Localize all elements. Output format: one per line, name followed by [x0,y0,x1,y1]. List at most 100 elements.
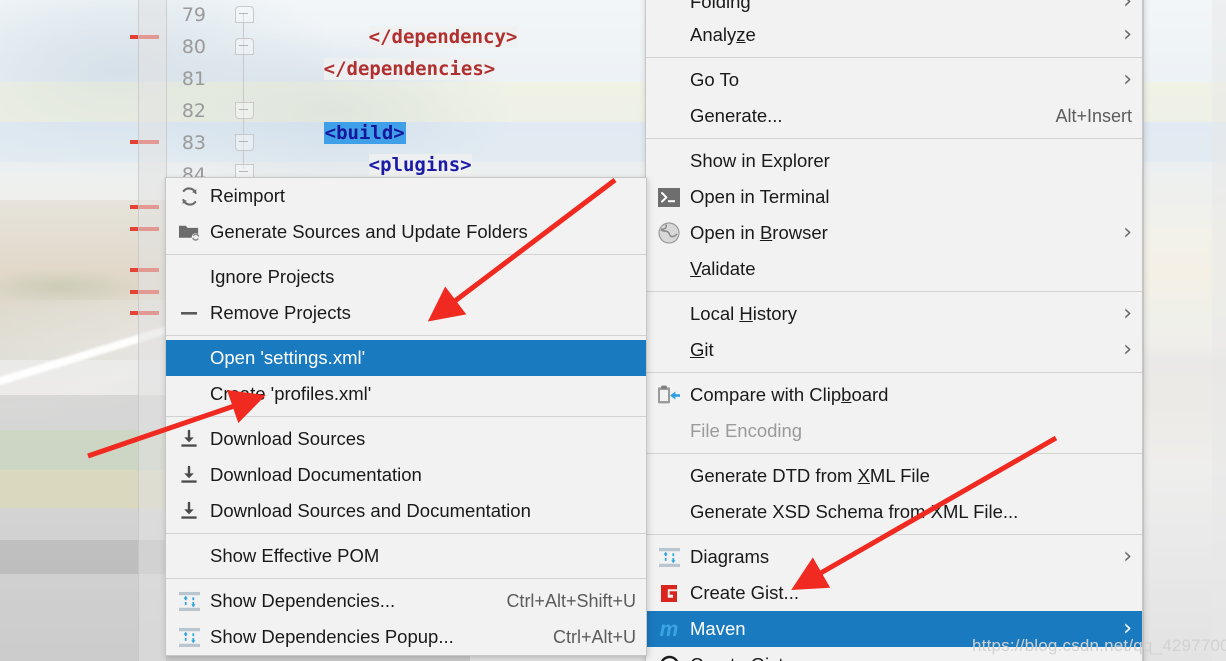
menu-item-label: Reimport [210,185,286,206]
editor-vertical-scrollbar[interactable] [1212,0,1226,661]
maven-submenu[interactable]: Reimport Generate Sources and Update Fold… [165,177,647,656]
chevron-right-icon: › [1123,0,1132,14]
menu-item-label: Diagrams [690,546,770,567]
line-number: 83 [181,132,206,154]
menu-separator [166,578,646,579]
menu-item-generate-xsd-schema-from-xml-file[interactable]: Generate XSD Schema from XML File... [646,494,1142,530]
menu-item-go-to[interactable]: Go To › [646,62,1142,98]
icon-placeholder [176,347,202,369]
menu-item-file-encoding: File Encoding [646,413,1142,449]
menu-item-remove-projects[interactable]: Remove Projects [166,295,646,331]
menu-item-label: Open 'settings.xml' [210,347,366,368]
icon-placeholder [656,24,682,46]
menu-item-label: Folding [690,0,751,12]
menu-item-label: Remove Projects [210,302,351,323]
icon-placeholder [656,501,682,523]
fold-handle-icon[interactable] [235,102,254,119]
menu-separator [166,533,646,534]
menu-item-show-dependencies[interactable]: Show Dependencies... Ctrl+Alt+Shift+U [166,583,646,619]
menu-item-create-gist[interactable]: Create Gist... [646,575,1142,611]
menu-item-label: Generate Sources and Update Folders [210,221,528,242]
icon-placeholder [656,69,682,91]
menu-item-local-history[interactable]: Local History › [646,296,1142,332]
menu-item-label: Open in Terminal [690,186,830,207]
menu-separator [166,254,646,255]
clipboard-compare-icon [656,384,682,406]
fold-handle-icon[interactable] [235,134,254,151]
menu-item-download-sources[interactable]: Download Sources [166,421,646,457]
menu-item-git[interactable]: Git › [646,332,1142,368]
icon-placeholder [656,303,682,325]
menu-item-analyze[interactable]: Analyze › [646,17,1142,53]
fold-handle-icon[interactable] [235,6,254,23]
icon-placeholder [656,258,682,280]
line-number: 81 [181,68,206,90]
menu-item-open-in-browser[interactable]: Open in Browser › [646,215,1142,251]
editor-code-folding-column[interactable] [232,0,256,181]
icon-placeholder [656,465,682,487]
menu-item-show-in-explorer[interactable]: Show in Explorer [646,143,1142,179]
globe-icon [656,222,682,244]
menu-item-download-documentation[interactable]: Download Documentation [166,457,646,493]
menu-item-label: Ignore Projects [210,266,335,287]
download-icon [176,500,202,522]
editor-code-area[interactable]: </dependency> </dependencies> <build> <p… [255,0,655,208]
editor-context-menu[interactable]: Folding › Analyze › Go To › Generate... Alt+Ins… [645,0,1143,661]
menu-item-shortcut: Alt+Insert [1055,105,1132,126]
menu-item-folding[interactable]: Folding › [646,0,1142,17]
diagram-icon [176,590,202,612]
menu-separator [646,534,1142,535]
github-icon [656,654,682,661]
menu-item-label: Download Sources and Documentation [210,500,531,521]
screenshot-root: 79 80 81 82 83 84 85 86 87 88 89 90 91 9… [0,0,1226,661]
icon-placeholder [656,420,682,442]
menu-separator [646,57,1142,58]
menu-item-download-sources-and-documentation[interactable]: Download Sources and Documentation [166,493,646,529]
menu-item-ignore-projects[interactable]: Ignore Projects [166,259,646,295]
menu-item-reimport[interactable]: Reimport [166,178,646,214]
icon-placeholder [656,105,682,127]
menu-item-label: Show Effective POM [210,545,380,566]
watermark: https://blog.csdn.net/qq_42977003 [972,636,1226,655]
icon-placeholder [176,266,202,288]
menu-item-label: Generate XSD Schema from XML File... [690,501,1019,522]
menu-separator [646,138,1142,139]
gitlab-g-icon [656,582,682,604]
minus-icon [176,302,202,324]
menu-separator [646,372,1142,373]
maven-m-icon: m [659,617,679,641]
terminal-icon [656,186,682,208]
chevron-right-icon: › [1123,337,1132,362]
icon-placeholder [176,545,202,567]
refresh-icon [176,185,202,207]
menu-item-show-effective-pom[interactable]: Show Effective POM [166,538,646,574]
editor-gutter-scrollbar[interactable] [138,0,167,661]
menu-item-label: Validate [690,258,756,279]
menu-item-shortcut: Ctrl+Alt+U [552,626,636,647]
menu-item-label: Git [690,339,714,360]
menu-item-validate[interactable]: Validate [646,251,1142,287]
diagram-icon [176,626,202,648]
menu-item-label: Analyze [690,24,756,45]
menu-item-label: Generate DTD from XML File [690,465,930,486]
download-icon [176,428,202,450]
menu-item-diagrams[interactable]: Diagrams › [646,539,1142,575]
menu-item-open-in-terminal[interactable]: Open in Terminal [646,179,1142,215]
folder-refresh-icon [176,221,202,243]
menu-item-label: Generate... [690,105,783,126]
menu-item-open-settings-xml[interactable]: Open 'settings.xml' [166,340,646,376]
fold-handle-icon[interactable] [235,38,254,55]
menu-item-shortcut: Ctrl+Alt+Shift+U [506,590,636,611]
chevron-right-icon: › [1123,544,1132,569]
menu-item-compare-with-clipboard[interactable]: Compare with Clipboard [646,377,1142,413]
menu-item-generate-sources-and-update-folders[interactable]: Generate Sources and Update Folders [166,214,646,250]
menu-item-show-dependencies-popup[interactable]: Show Dependencies Popup... Ctrl+Alt+U [166,619,646,655]
icon-placeholder [656,150,682,172]
editor-right-divider [1143,0,1144,661]
menu-item-generate[interactable]: Generate... Alt+Insert [646,98,1142,134]
menu-separator [646,291,1142,292]
line-number: 80 [181,36,206,58]
menu-separator [166,335,646,336]
menu-item-create-profiles-xml[interactable]: Create 'profiles.xml' [166,376,646,412]
menu-item-generate-dtd-from-xml-file[interactable]: Generate DTD from XML File [646,458,1142,494]
